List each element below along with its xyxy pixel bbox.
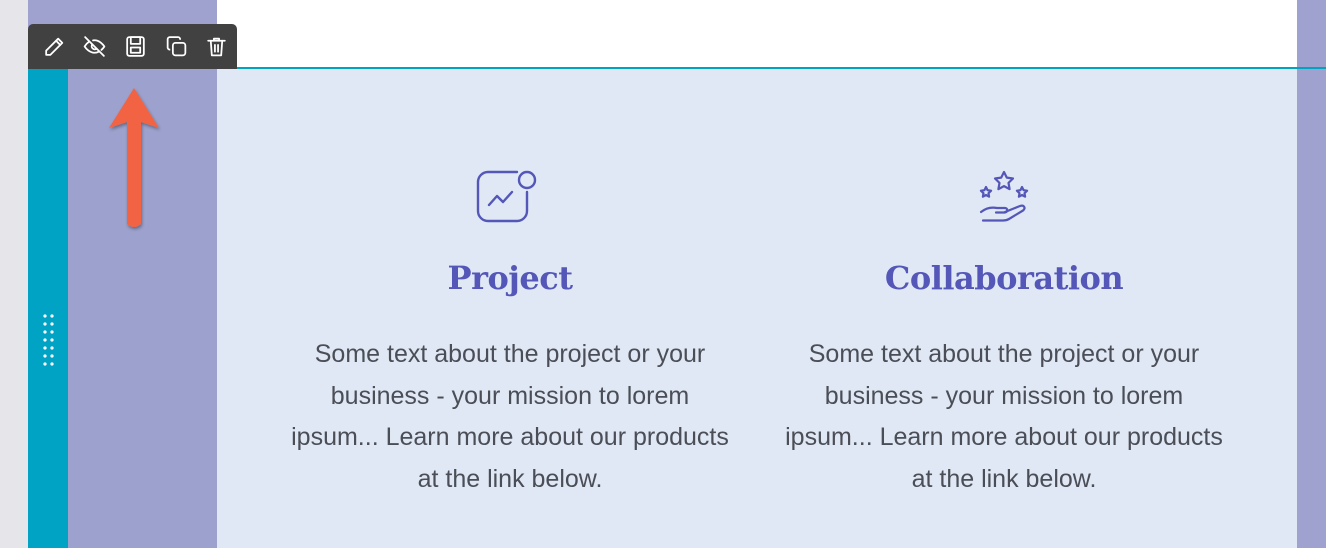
delete-button[interactable] [196,24,237,69]
right-column-background [1297,0,1326,548]
card-text: Some text about the project or your busi… [291,340,729,493]
drag-handle-icon[interactable] [42,312,56,370]
save-button[interactable] [115,24,156,69]
copy-icon [166,36,186,57]
hide-button[interactable] [75,24,116,69]
eye-off-icon [84,36,106,57]
card-title: Collaboration [884,259,1124,297]
floppy-disk-icon [126,36,145,57]
block-toolbar [28,24,237,69]
duplicate-button[interactable] [156,24,197,69]
arrow-up-icon [109,88,159,227]
feature-card-project[interactable]: Project Some text about the project or y… [290,160,730,500]
card-text: Some text about the project or your busi… [785,340,1223,493]
image-chart-icon [476,170,537,223]
pencil-icon [45,37,63,56]
edit-button[interactable] [34,24,75,69]
selected-block-bar[interactable] [28,69,68,548]
editor-gutter [0,0,28,548]
card-title: Project [447,259,573,297]
hand-stars-icon [979,170,1029,222]
previous-section [217,0,1297,68]
trash-icon [207,37,226,57]
feature-card-collaboration[interactable]: Collaboration Some text about the projec… [784,160,1224,500]
